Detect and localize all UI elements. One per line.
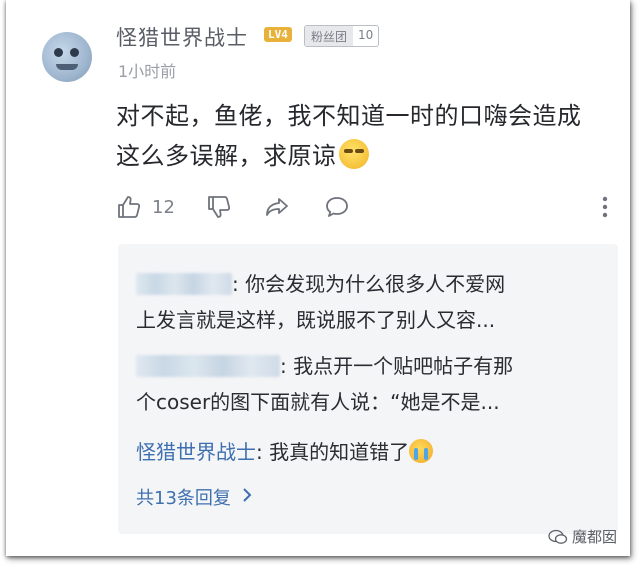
wechat-logo-icon bbox=[548, 529, 568, 545]
comment-body: 对不起，鱼佬，我不知道一时的口嗨会造成 这么多误解，求原谅 bbox=[116, 96, 616, 176]
like-count: 12 bbox=[152, 196, 175, 218]
thumbs-down-icon bbox=[208, 196, 231, 218]
watermark: 魔都囡 bbox=[548, 526, 617, 547]
reply-button[interactable] bbox=[324, 192, 350, 222]
reply-author-blurred[interactable] bbox=[136, 355, 280, 377]
reply-item[interactable]: : 你会发现为什么很多人不爱网 上发言就是这样，既说服不了别人又容... bbox=[136, 266, 606, 338]
comment-text-line1: 对不起，鱼佬，我不知道一时的口嗨会造成 bbox=[116, 102, 582, 130]
share-icon bbox=[266, 198, 288, 216]
more-vertical-icon bbox=[602, 196, 608, 218]
reply-text-cont: 上发言就是这样，既说服不了别人又容... bbox=[136, 308, 496, 332]
crying-face-emoji-icon bbox=[409, 439, 434, 463]
comment-bubble-icon bbox=[326, 197, 348, 217]
comment-text-line2: 这么多误解，求原谅 bbox=[116, 142, 337, 170]
reply-author-blurred[interactable] bbox=[136, 273, 232, 295]
reply-text: : 我真的知道错了 bbox=[256, 440, 410, 464]
reply-text-cont: 个coser的图下面就有人说：“她是不是... bbox=[136, 390, 500, 414]
watermark-text: 魔都囡 bbox=[572, 528, 618, 546]
fan-club-label: 粉丝团 bbox=[305, 26, 354, 46]
like-button[interactable]: 12 bbox=[116, 192, 175, 222]
share-button[interactable] bbox=[264, 192, 290, 222]
comment-username[interactable]: 怪猎世界战士 bbox=[116, 22, 248, 52]
view-all-replies-link[interactable]: 共13条回复 bbox=[136, 484, 253, 510]
reply-text: : 你会发现为什么很多人不爱网 bbox=[232, 272, 506, 296]
reply-item[interactable]: : 我点开一个贴吧帖子有那 个coser的图下面就有人说：“她是不是... bbox=[136, 348, 606, 420]
sigh-face-emoji-icon bbox=[338, 139, 369, 169]
fan-club-badge[interactable]: 粉丝团 10 bbox=[304, 25, 380, 47]
dislike-button[interactable] bbox=[206, 192, 232, 222]
chevron-right-icon bbox=[241, 487, 253, 508]
level-badge: LV4 bbox=[264, 27, 292, 42]
reply-item[interactable]: 怪猎世界战士: 我真的知道错了 bbox=[136, 434, 606, 470]
fan-club-level: 10 bbox=[353, 26, 379, 46]
reply-preview-box: : 你会发现为什么很多人不爱网 上发言就是这样，既说服不了别人又容... : 我… bbox=[118, 244, 618, 534]
comment-actions: 12 bbox=[116, 192, 616, 222]
comment-card: 怪猎世界战士 LV4 粉丝团 10 1小时前 对不起，鱼佬，我不知道一时的口嗨会… bbox=[6, 0, 630, 556]
thumbs-up-icon bbox=[118, 196, 141, 218]
reply-author[interactable]: 怪猎世界战士 bbox=[136, 440, 256, 464]
reply-text: : 我点开一个贴吧帖子有那 bbox=[280, 354, 514, 378]
view-all-replies-label: 共13条回复 bbox=[136, 488, 231, 509]
avatar[interactable] bbox=[42, 32, 92, 82]
more-options-button[interactable] bbox=[592, 192, 618, 222]
comment-timestamp: 1小时前 bbox=[118, 62, 177, 81]
